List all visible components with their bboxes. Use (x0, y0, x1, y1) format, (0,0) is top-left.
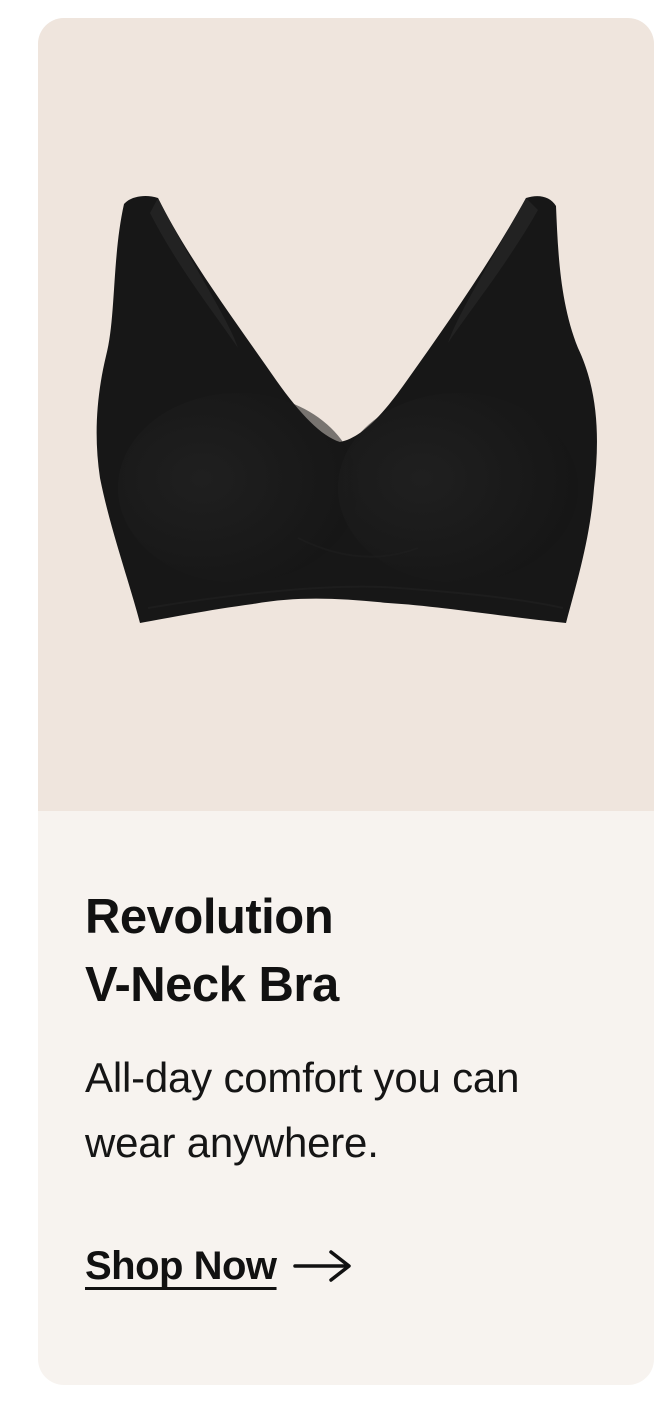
product-image (96, 196, 597, 623)
product-image-area[interactable] (38, 18, 654, 811)
shop-now-link[interactable]: Shop Now (85, 1242, 353, 1290)
shop-now-label: Shop Now (85, 1244, 277, 1288)
product-title: Revolution V-Neck Bra (85, 883, 625, 1019)
card-content: Revolution V-Neck Bra All-day comfort yo… (85, 883, 625, 1175)
product-title-line2: V-Neck Bra (85, 958, 339, 1012)
product-card: Revolution V-Neck Bra All-day comfort yo… (38, 18, 654, 1385)
arrow-right-icon (292, 1250, 351, 1282)
product-title-line1: Revolution (85, 890, 334, 944)
product-description-line1: All-day comfort you can (85, 1054, 520, 1101)
product-description-line2: wear anywhere. (85, 1119, 379, 1166)
product-description: All-day comfort you can wear anywhere. (85, 1045, 625, 1175)
